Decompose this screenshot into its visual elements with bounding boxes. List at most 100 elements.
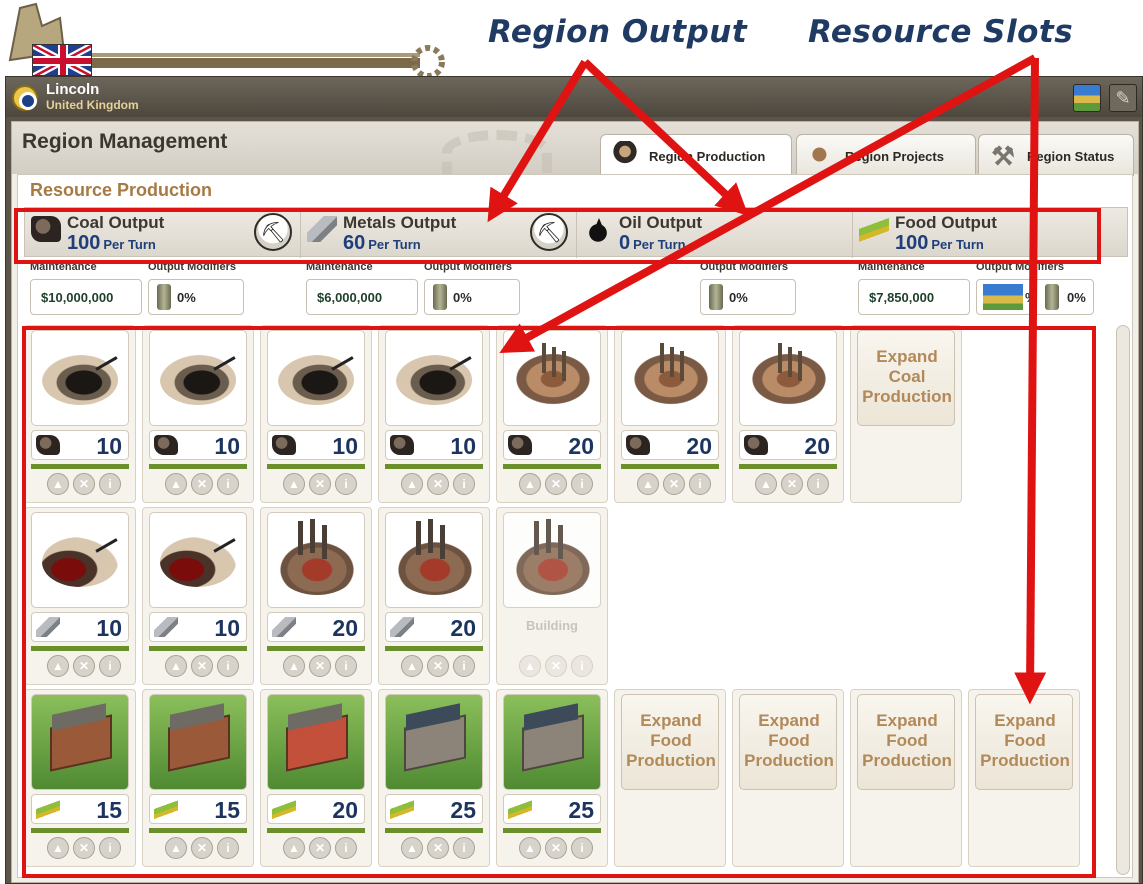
tab-region-status[interactable]: ⚒ Region Status	[978, 134, 1134, 176]
remove-icon[interactable]: ✕	[427, 473, 449, 495]
remove-icon[interactable]: ✕	[545, 473, 567, 495]
resource-slot[interactable]: 20 ▲ ✕ i	[260, 689, 372, 867]
info-icon[interactable]: i	[99, 837, 121, 859]
upgrade-icon[interactable]: ▲	[519, 473, 541, 495]
info-icon[interactable]: i	[453, 837, 475, 859]
expand-production-button[interactable]: Expand Coal Production	[857, 330, 955, 426]
info-icon[interactable]: i	[335, 473, 357, 495]
tab-region-projects[interactable]: Region Projects	[796, 134, 976, 176]
slot-output: 10	[96, 615, 122, 641]
remove-icon[interactable]: ✕	[191, 473, 213, 495]
prospect-icon[interactable]	[254, 213, 292, 251]
resource-slot[interactable]: 10 ▲ ✕ i	[24, 325, 136, 503]
remove-icon[interactable]: ✕	[73, 837, 95, 859]
info-icon[interactable]: i	[689, 473, 711, 495]
upgrade-icon[interactable]: ▲	[283, 473, 305, 495]
remove-icon[interactable]: ✕	[309, 655, 331, 677]
slot-actions: ▲ ✕ i	[637, 473, 713, 495]
resource-slot[interactable]: 10 ▲ ✕ i	[24, 507, 136, 685]
upgrade-icon[interactable]: ▲	[755, 473, 777, 495]
efficiency-bar	[503, 828, 601, 833]
resource-slot[interactable]: 15 ▲ ✕ i	[24, 689, 136, 867]
info-icon[interactable]: i	[217, 837, 239, 859]
remove-icon[interactable]: ✕	[781, 473, 803, 495]
slot-actions: ▲ ✕ i	[519, 655, 595, 677]
remove-icon[interactable]: ✕	[191, 655, 213, 677]
remove-icon[interactable]: ✕	[545, 655, 567, 677]
upgrade-icon[interactable]: ▲	[47, 473, 69, 495]
resource-slot[interactable]: 20 ▲ ✕ i	[614, 325, 726, 503]
info-icon[interactable]: i	[99, 473, 121, 495]
remove-icon[interactable]: ✕	[73, 655, 95, 677]
map-modifier-icon	[983, 284, 1023, 310]
info-icon[interactable]: i	[571, 837, 593, 859]
upgrade-icon[interactable]: ▲	[283, 655, 305, 677]
resource-slot[interactable]: 10 ▲ ✕ i	[142, 507, 254, 685]
expand-production-button[interactable]: Expand Food Production	[739, 694, 837, 790]
upgrade-icon[interactable]: ▲	[401, 837, 423, 859]
upgrade-icon[interactable]: ▲	[401, 655, 423, 677]
remove-icon[interactable]: ✕	[309, 473, 331, 495]
expand-label: Expand Food Production	[862, 711, 952, 770]
resource-slot[interactable]: 10 ▲ ✕ i	[142, 325, 254, 503]
upgrade-icon[interactable]: ▲	[401, 473, 423, 495]
resource-slot[interactable]: 10 ▲ ✕ i	[378, 325, 490, 503]
scrollbar[interactable]	[1116, 325, 1130, 875]
upgrade-icon[interactable]: ▲	[47, 655, 69, 677]
remove-icon[interactable]: ✕	[663, 473, 685, 495]
resource-slot[interactable]: 25 ▲ ✕ i	[496, 689, 608, 867]
upgrade-icon[interactable]: ▲	[165, 655, 187, 677]
map-button[interactable]	[1073, 84, 1101, 112]
info-icon[interactable]: i	[571, 473, 593, 495]
remove-icon[interactable]: ✕	[309, 837, 331, 859]
info-icon[interactable]: i	[217, 473, 239, 495]
info-icon[interactable]: i	[217, 655, 239, 677]
resource-slot[interactable]: 20 ▲ ✕ i	[378, 507, 490, 685]
info-icon[interactable]: i	[807, 473, 829, 495]
resource-slot[interactable]: 20 ▲ ✕ i	[496, 325, 608, 503]
output-value: 60 Per Turn	[343, 232, 421, 254]
info-icon[interactable]: i	[99, 655, 121, 677]
upgrade-icon[interactable]: ▲	[519, 837, 541, 859]
info-icon[interactable]: i	[335, 837, 357, 859]
resource-slot[interactable]: 25 ▲ ✕ i	[378, 689, 490, 867]
remove-icon[interactable]: ✕	[427, 655, 449, 677]
remove-icon[interactable]: ✕	[191, 837, 213, 859]
building-slot[interactable]: Building ▲ ✕ i	[496, 507, 608, 685]
remove-icon[interactable]: ✕	[545, 837, 567, 859]
upgrade-icon[interactable]: ▲	[47, 837, 69, 859]
expand-slot: Expand Food Production	[732, 689, 844, 867]
resource-slot[interactable]: 20 ▲ ✕ i	[260, 507, 372, 685]
resource-slot[interactable]: 20 ▲ ✕ i	[732, 325, 844, 503]
upgrade-icon[interactable]: ▲	[165, 473, 187, 495]
tab-region-production[interactable]: Region Production	[600, 134, 792, 178]
output-name: Coal Output	[67, 213, 165, 232]
upgrade-icon[interactable]: ▲	[165, 837, 187, 859]
slot-value: 20	[621, 430, 719, 460]
remove-icon[interactable]: ✕	[427, 837, 449, 859]
expand-production-button[interactable]: Expand Food Production	[975, 694, 1073, 790]
info-icon[interactable]: i	[571, 655, 593, 677]
info-icon[interactable]: i	[453, 473, 475, 495]
roundel-icon	[12, 85, 38, 111]
coal-image	[385, 330, 483, 426]
resource-slot[interactable]: 10 ▲ ✕ i	[260, 325, 372, 503]
upgrade-icon[interactable]: ▲	[637, 473, 659, 495]
farm-stone-image	[385, 694, 483, 790]
coal-icon	[36, 435, 60, 455]
resource-slot[interactable]: 15 ▲ ✕ i	[142, 689, 254, 867]
expand-production-button[interactable]: Expand Food Production	[857, 694, 955, 790]
remove-icon[interactable]: ✕	[73, 473, 95, 495]
info-icon[interactable]: i	[335, 655, 357, 677]
upgrade-icon[interactable]: ▲	[519, 655, 541, 677]
edit-button[interactable]: ✎	[1109, 84, 1137, 112]
prospect-icon[interactable]	[530, 213, 568, 251]
uk-flag-icon	[32, 44, 92, 76]
output-name: Oil Output	[619, 213, 703, 232]
coal-icon	[272, 435, 296, 455]
info-icon[interactable]: i	[453, 655, 475, 677]
upgrade-icon[interactable]: ▲	[283, 837, 305, 859]
slot-value: 15	[149, 794, 247, 824]
expand-production-button[interactable]: Expand Food Production	[621, 694, 719, 790]
modifiers-label: Output Modifiers	[976, 261, 1064, 273]
